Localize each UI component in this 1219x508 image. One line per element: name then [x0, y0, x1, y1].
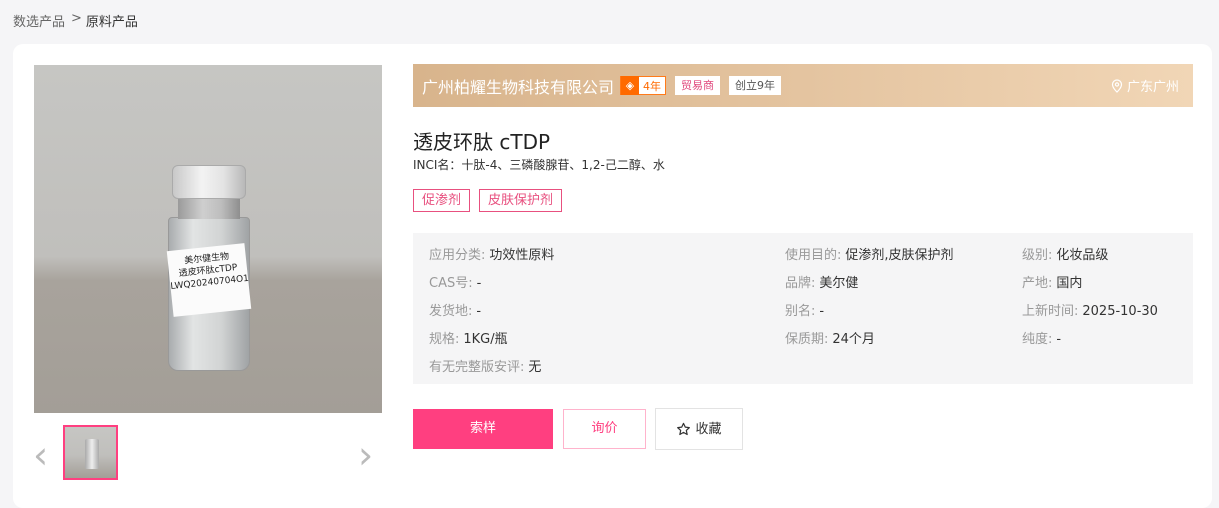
- diamond-icon: ◈: [621, 75, 640, 95]
- chevron-right-icon[interactable]: ›: [358, 436, 373, 474]
- spec-updated: 上新时间: 2025-10-30: [1022, 304, 1158, 319]
- spec-grade: 级别: 化妆品级: [1022, 248, 1109, 263]
- vial-label: 美尔健生物 透皮环肽cTDP LWQ20240704O1: [166, 243, 252, 317]
- product-main-image[interactable]: 美尔健生物 透皮环肽cTDP LWQ20240704O1: [34, 65, 382, 413]
- spec-brand: 品牌: 美尔健: [785, 276, 859, 291]
- supplier-name[interactable]: 广州柏耀生物科技有限公司: [422, 74, 614, 98]
- tag-list: 促渗剂 皮肤保护剂: [413, 189, 563, 212]
- spec-cas: CAS号: -: [429, 276, 482, 291]
- inquiry-button[interactable]: 询价: [563, 409, 646, 449]
- spec-shelf-life: 保质期: 24个月: [785, 332, 875, 347]
- breadcrumb-separator: >: [71, 11, 82, 26]
- product-card: 美尔健生物 透皮环肽cTDP LWQ20240704O1 ‹ › 广州柏耀生物科…: [13, 44, 1212, 508]
- chevron-left-icon[interactable]: ‹: [33, 436, 48, 474]
- spec-safety-report: 有无完整版安评: 无: [429, 360, 542, 375]
- product-thumbnail[interactable]: [63, 425, 118, 480]
- location-pin-icon: [1111, 78, 1123, 93]
- trade-badge: 贸易商: [675, 76, 721, 95]
- star-icon: [677, 422, 691, 435]
- supplier-bar: 广州柏耀生物科技有限公司 ◈ 4年 贸易商 创立9年 广东广州: [413, 64, 1193, 107]
- location: 广东广州: [1111, 76, 1179, 95]
- spec-category: 应用分类: 功效性原料: [429, 248, 555, 263]
- spec-panel: 应用分类: 功效性原料 使用目的: 促渗剂,皮肤保护剂 级别: 化妆品级 CAS号: -…: [413, 233, 1193, 384]
- tag-item[interactable]: 促渗剂: [413, 189, 471, 212]
- spec-purpose: 使用目的: 促渗剂,皮肤保护剂: [785, 248, 954, 263]
- request-sample-button[interactable]: 索样: [413, 409, 553, 449]
- breadcrumb-current[interactable]: 原料产品: [86, 11, 138, 30]
- breadcrumb: 数选产品 > 原料产品: [13, 11, 138, 30]
- founded-badge: 创立9年: [729, 76, 782, 95]
- spec-purity: 纯度: -: [1022, 332, 1062, 347]
- breadcrumb-root-link[interactable]: 数选产品: [13, 11, 65, 30]
- favorite-button[interactable]: 收藏: [655, 408, 743, 450]
- tag-item[interactable]: 皮肤保护剂: [479, 189, 563, 212]
- spec-size: 规格: 1KG/瓶: [429, 332, 508, 347]
- spec-alias: 别名: -: [785, 304, 825, 319]
- vial-illustration: 美尔健生物 透皮环肽cTDP LWQ20240704O1: [166, 165, 252, 371]
- spec-origin: 产地: 国内: [1022, 276, 1083, 291]
- product-title: 透皮环肽 cTDP: [413, 130, 551, 154]
- inci-name: INCI名：十肽-4、三磷酸腺苷、1,2-己二醇、水: [413, 158, 665, 172]
- years-badge: ◈ 4年: [620, 75, 667, 95]
- spec-ship-from: 发货地: -: [429, 304, 482, 319]
